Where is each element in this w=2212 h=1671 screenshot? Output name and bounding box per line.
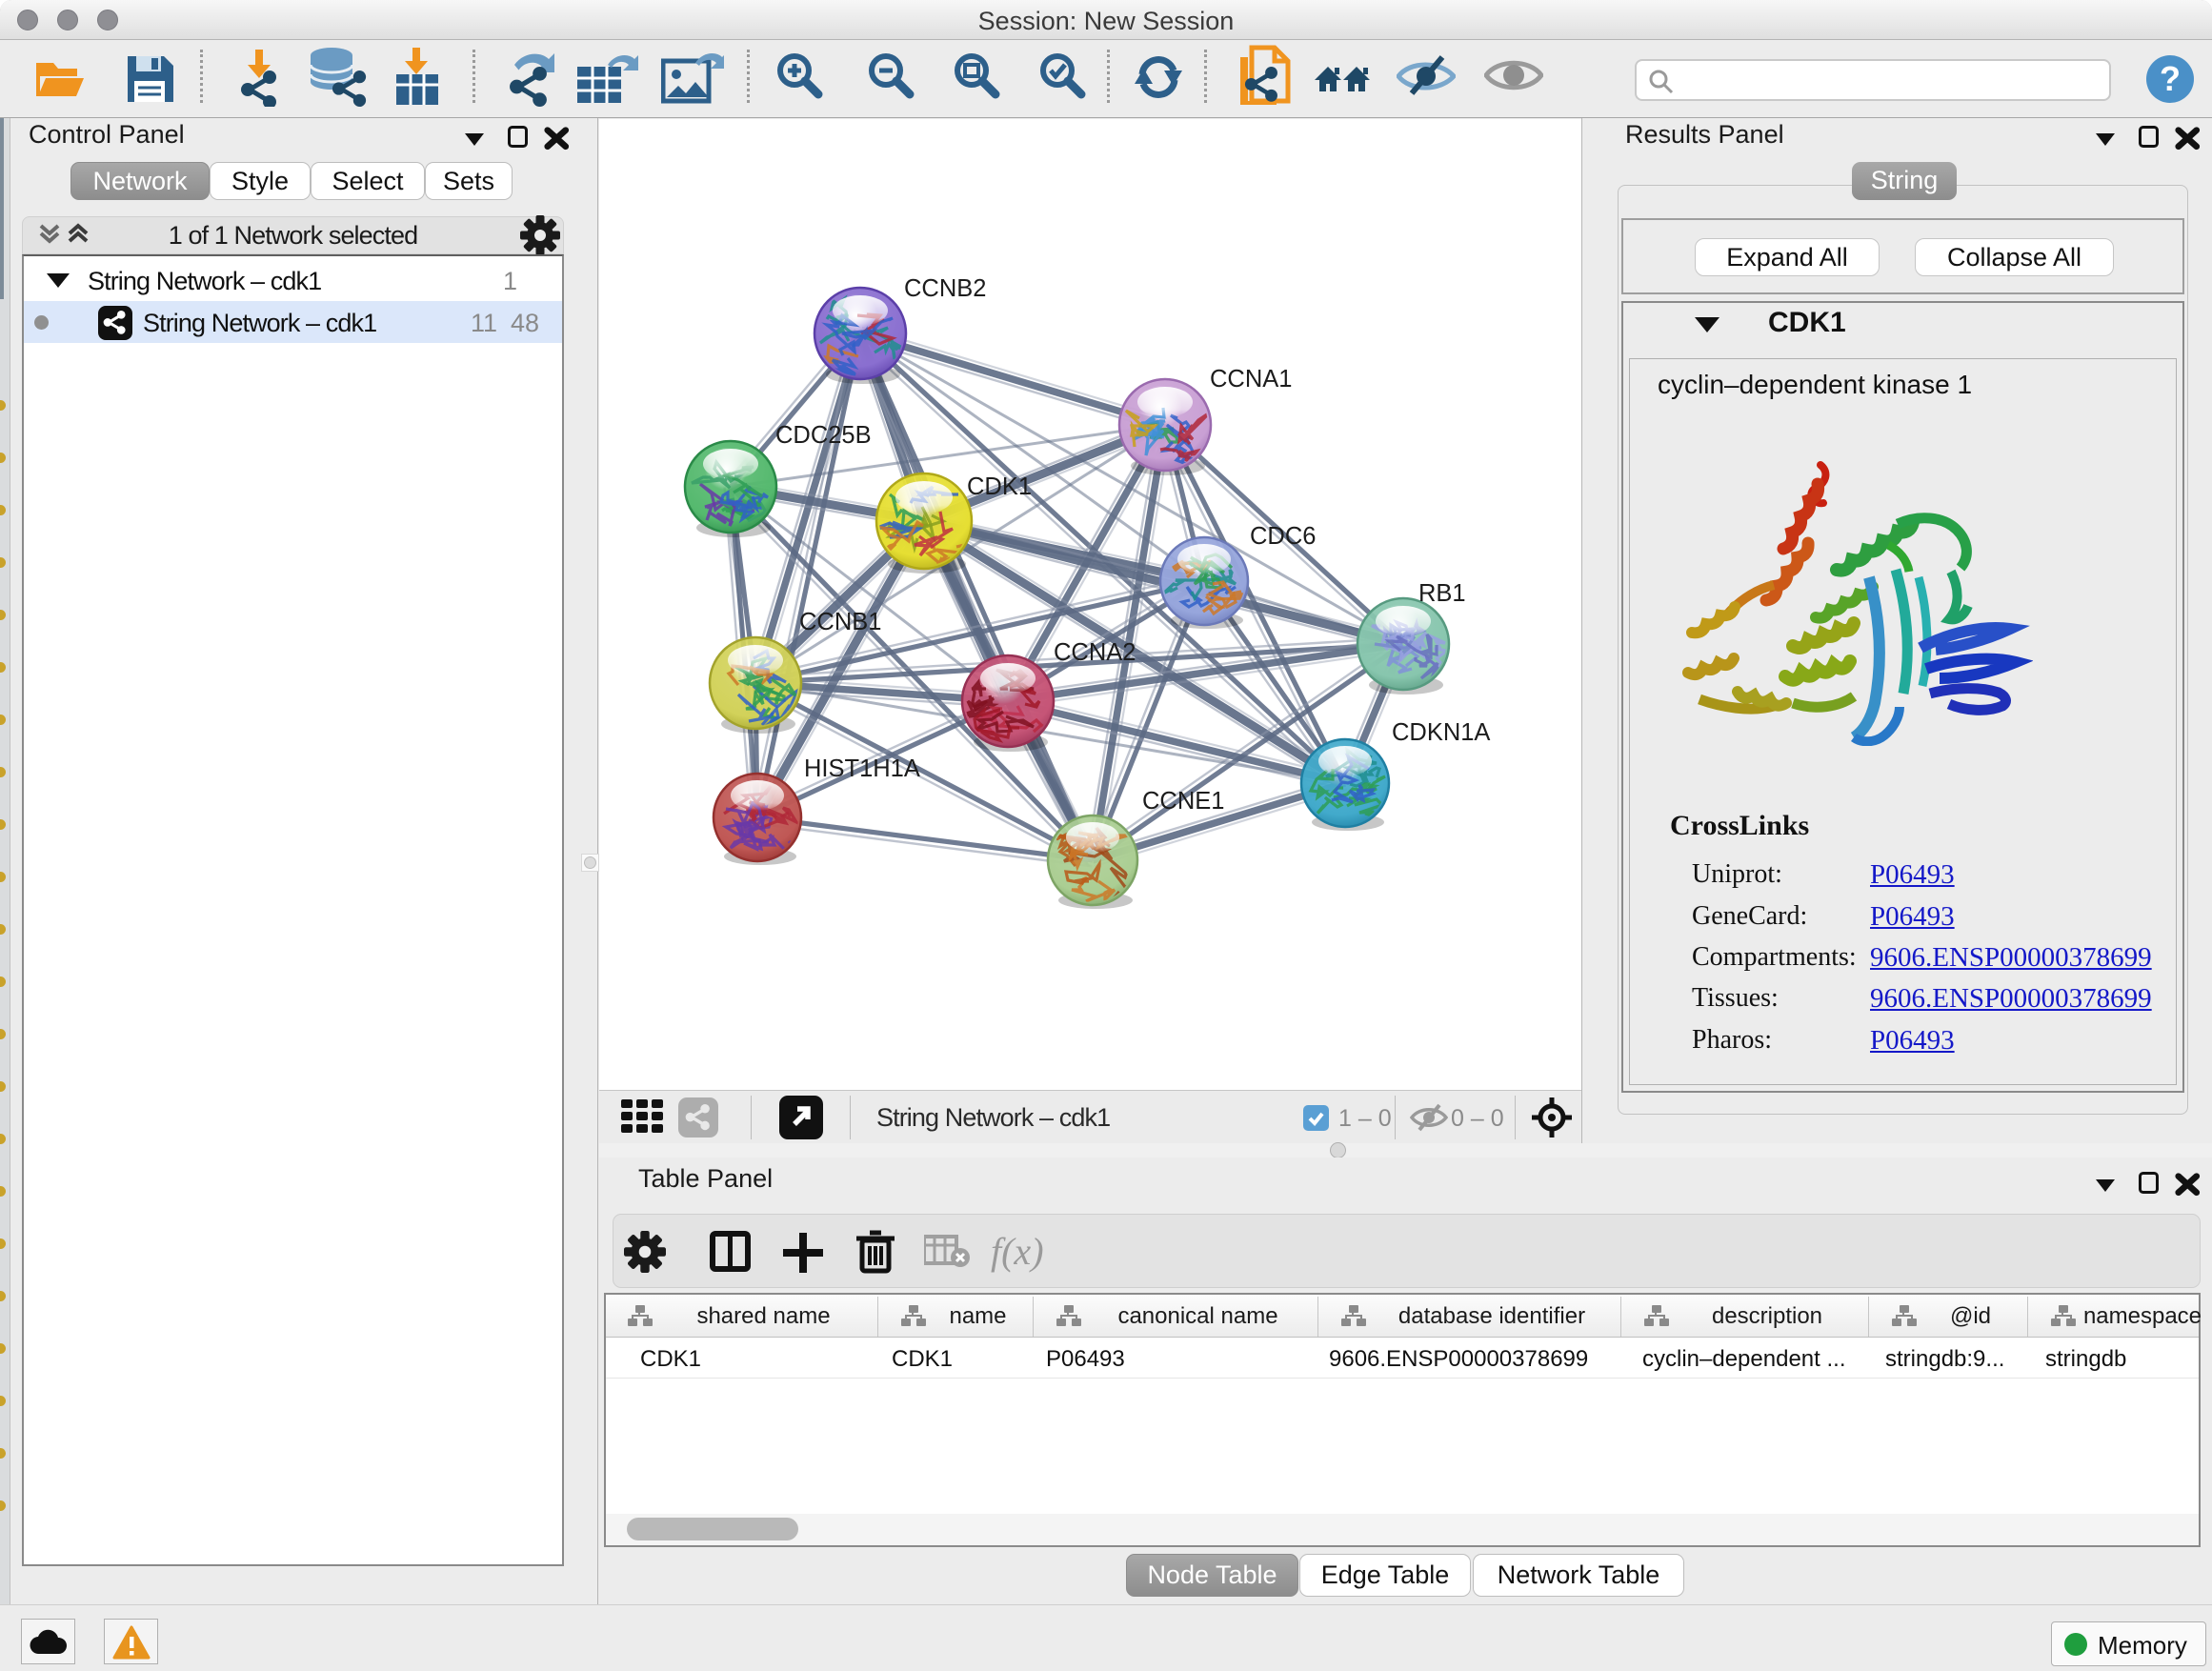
svg-text:HIST1H1A: HIST1H1A — [804, 755, 920, 782]
svg-text:CCNE1: CCNE1 — [1142, 788, 1224, 815]
svg-text:CDK1: CDK1 — [967, 473, 1032, 500]
svg-text:CDKN1A: CDKN1A — [1392, 719, 1490, 746]
svg-text:CCNA1: CCNA1 — [1210, 366, 1292, 393]
svg-text:CCNB1: CCNB1 — [799, 609, 881, 635]
svg-text:CCNB2: CCNB2 — [904, 275, 986, 302]
svg-text:CDC6: CDC6 — [1250, 523, 1316, 550]
svg-text:RB1: RB1 — [1418, 580, 1466, 607]
svg-text:CDC25B: CDC25B — [775, 422, 872, 449]
svg-text:CCNA2: CCNA2 — [1054, 639, 1136, 666]
